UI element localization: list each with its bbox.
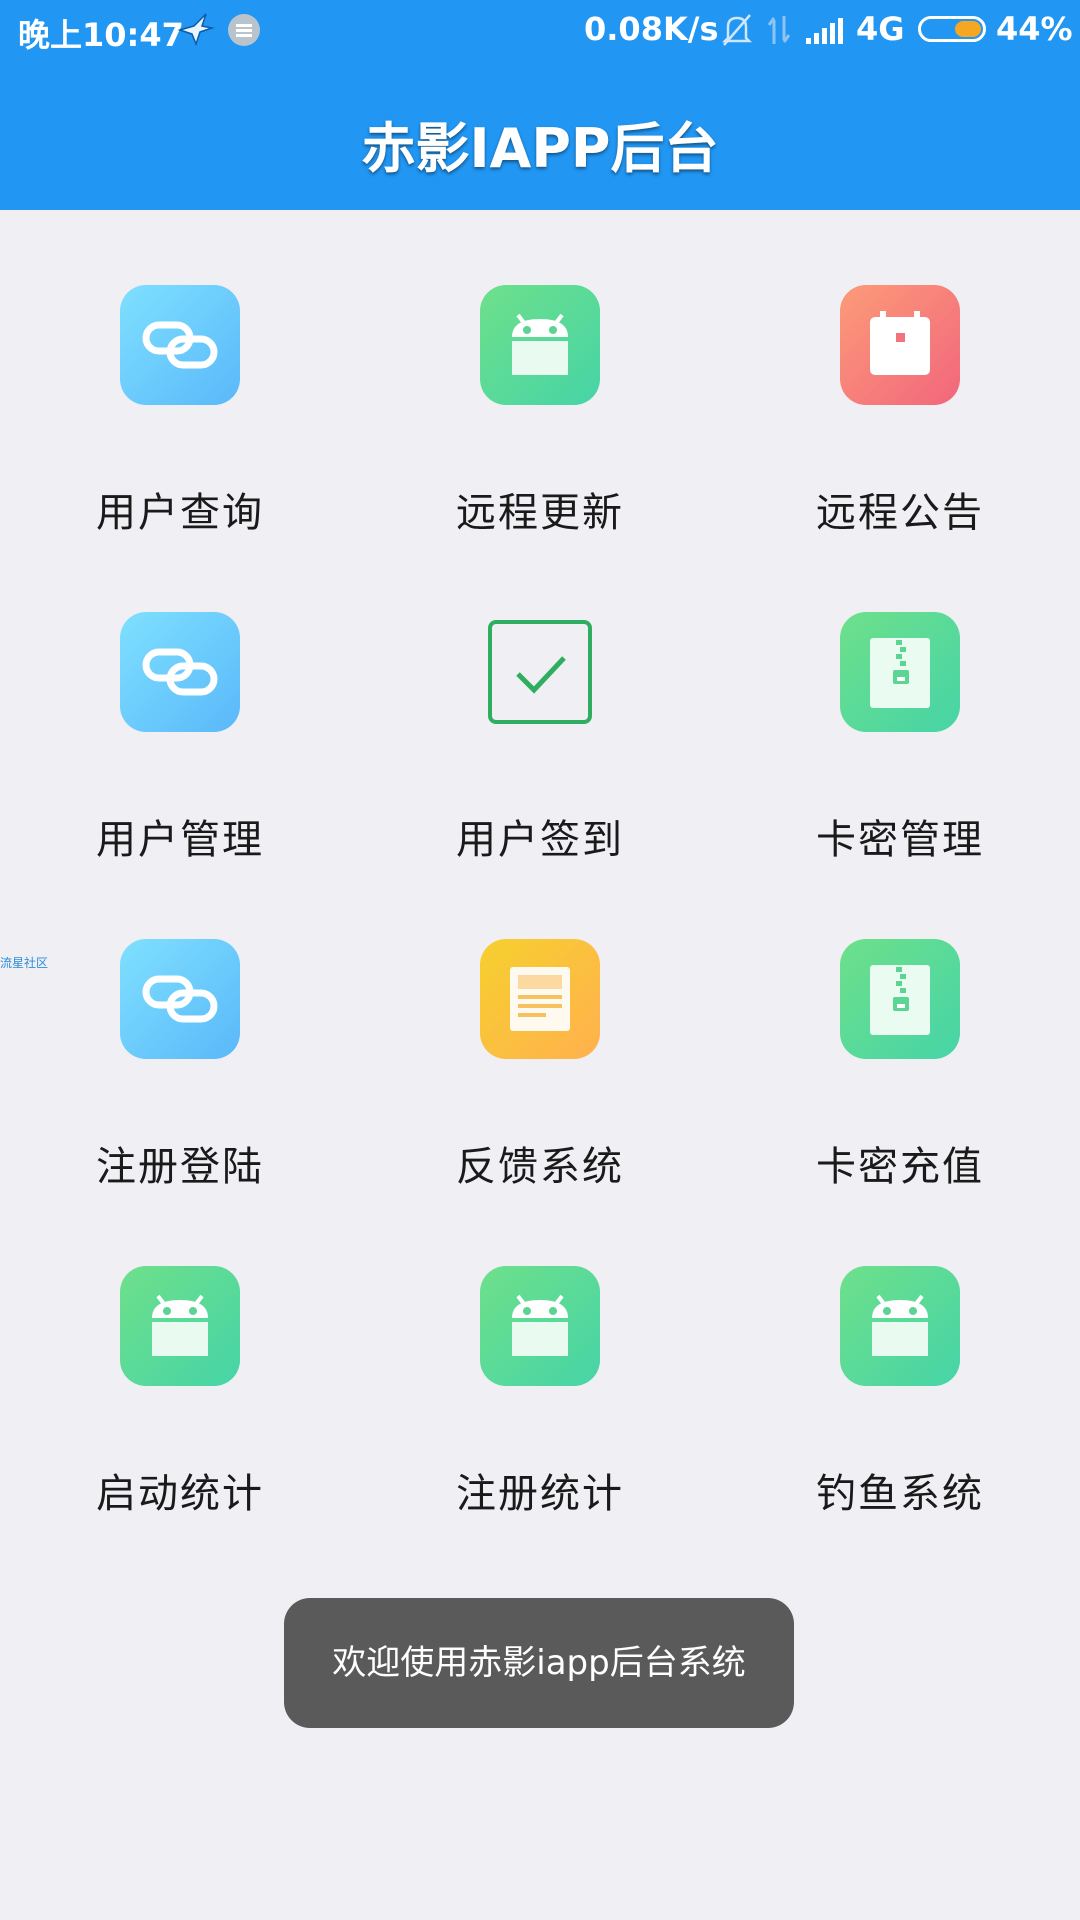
toast-message: 欢迎使用赤影iapp后台系统 — [284, 1598, 794, 1728]
menu-item-label: 用户查询 — [96, 490, 264, 536]
network-type: 4G — [856, 10, 905, 48]
zip-file-icon — [840, 612, 960, 732]
menu-item-register-stats[interactable]: 注册统计 — [360, 1191, 720, 1518]
battery-percent: 44% — [996, 10, 1073, 48]
bell-muted-icon — [721, 14, 753, 46]
menu-item-register-login[interactable]: 注册登陆 — [0, 864, 360, 1191]
android-icon — [120, 1266, 240, 1386]
bird-icon — [177, 13, 215, 47]
menu-item-user-checkin[interactable]: 用户签到 — [360, 537, 720, 864]
checkbox-icon — [480, 612, 600, 732]
menu-item-label: 卡密充值 — [816, 1144, 984, 1190]
link-icon — [120, 285, 240, 405]
menu-item-label: 钓鱼系统 — [816, 1471, 984, 1517]
link-icon — [120, 939, 240, 1059]
android-icon — [840, 1266, 960, 1386]
menu-item-label: 注册统计 — [456, 1471, 624, 1517]
zip-file-icon — [840, 939, 960, 1059]
menu-item-label: 远程公告 — [816, 490, 984, 536]
menu-item-label: 用户签到 — [456, 817, 624, 863]
message-icon — [228, 14, 260, 46]
android-icon — [480, 1266, 600, 1386]
menu-item-remote-update[interactable]: 远程更新 — [360, 210, 720, 537]
signal-icon — [806, 18, 843, 44]
net-speed: 0.08K/s — [584, 10, 719, 48]
menu-item-feedback[interactable]: 反馈系统 — [360, 864, 720, 1191]
menu-item-user-query[interactable]: 用户查询 — [0, 210, 360, 537]
android-icon — [480, 285, 600, 405]
menu-item-launch-stats[interactable]: 启动统计 — [0, 1191, 360, 1518]
data-arrows-icon — [767, 16, 791, 44]
menu-item-label: 反馈系统 — [456, 1144, 624, 1190]
menu-item-label: 卡密管理 — [816, 817, 984, 863]
menu-item-remote-notice[interactable]: 远程公告 — [720, 210, 1080, 537]
menu-item-phishing-system[interactable]: 钓鱼系统 — [720, 1191, 1080, 1518]
calendar-icon — [840, 285, 960, 405]
app-bar: 赤影IAPP后台 — [0, 62, 1080, 210]
menu-item-label: 远程更新 — [456, 490, 624, 536]
menu-item-label: 用户管理 — [96, 817, 264, 863]
menu-item-card-recharge[interactable]: 卡密充值 — [720, 864, 1080, 1191]
menu-item-label: 启动统计 — [96, 1471, 264, 1517]
document-icon — [480, 939, 600, 1059]
menu-item-card-manage[interactable]: 卡密管理 — [720, 537, 1080, 864]
status-time: 晚上10:47 — [18, 16, 184, 54]
menu-item-user-manage[interactable]: 用户管理 — [0, 537, 360, 864]
menu-item-label: 注册登陆 — [96, 1144, 264, 1190]
page-title: 赤影IAPP后台 — [361, 117, 719, 180]
link-icon — [120, 612, 240, 732]
status-bar: 晚上10:47 0.08K/s 4G 44% — [0, 0, 1080, 62]
battery-icon — [918, 16, 986, 42]
